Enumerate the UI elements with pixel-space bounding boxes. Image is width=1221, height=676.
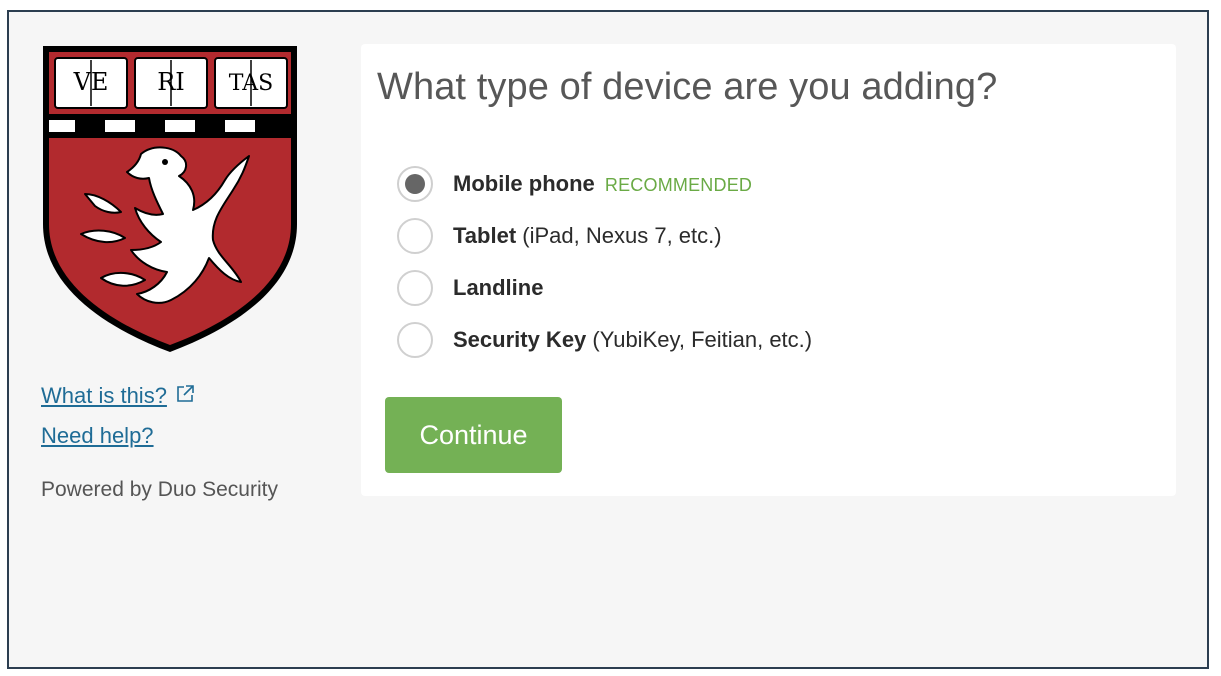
help-links: What is this? Need help? xyxy=(41,376,311,456)
crest-banner-text: RI xyxy=(157,68,185,96)
option-mobile-phone[interactable]: Mobile phone RECOMMENDED xyxy=(397,158,812,210)
duo-frame: VE RI TAS What is this? Need help? Power… xyxy=(7,10,1209,669)
crest-banner-text: VE xyxy=(73,68,109,96)
option-detail: (YubiKey, Feitian, etc.) xyxy=(592,327,813,352)
option-label: Landline xyxy=(453,275,544,300)
option-label: Security Key xyxy=(453,327,587,352)
radio-security-key[interactable] xyxy=(397,322,433,358)
option-detail: (iPad, Nexus 7, etc.) xyxy=(522,223,722,248)
what-is-this-link[interactable]: What is this? xyxy=(41,376,167,416)
crest-banner-text: TAS xyxy=(229,71,273,96)
sidebar: VE RI TAS What is this? Need help? Power… xyxy=(41,44,311,502)
what-is-this-label: What is this? xyxy=(41,383,167,408)
option-label: Mobile phone xyxy=(453,171,595,196)
need-help-link[interactable]: Need help? xyxy=(41,416,154,456)
page-title: What type of device are you adding? xyxy=(377,66,998,108)
recommended-badge: RECOMMENDED xyxy=(604,175,753,195)
crest-book-1: VE xyxy=(54,57,128,109)
option-label: Tablet xyxy=(453,223,517,248)
radio-landline[interactable] xyxy=(397,270,433,306)
powered-by-text: Powered by Duo Security xyxy=(41,478,278,501)
option-security-key[interactable]: Security Key (YubiKey, Feitian, etc.) xyxy=(397,314,812,366)
continue-button[interactable]: Continue xyxy=(385,397,562,473)
crest-book-2: RI xyxy=(134,57,208,109)
radio-mobile-phone[interactable] xyxy=(397,166,433,202)
harvard-crest-logo: VE RI TAS xyxy=(43,46,297,352)
option-tablet[interactable]: Tablet (iPad, Nexus 7, etc.) xyxy=(397,210,812,262)
need-help-label: Need help? xyxy=(41,423,154,448)
crest-book-3: TAS xyxy=(214,57,288,109)
radio-tablet[interactable] xyxy=(397,218,433,254)
external-link-icon[interactable] xyxy=(175,384,195,404)
option-landline[interactable]: Landline xyxy=(397,262,812,314)
device-options: Mobile phone RECOMMENDED Tablet (iPad, N… xyxy=(397,158,812,366)
device-type-card: What type of device are you adding? Mobi… xyxy=(361,44,1176,496)
